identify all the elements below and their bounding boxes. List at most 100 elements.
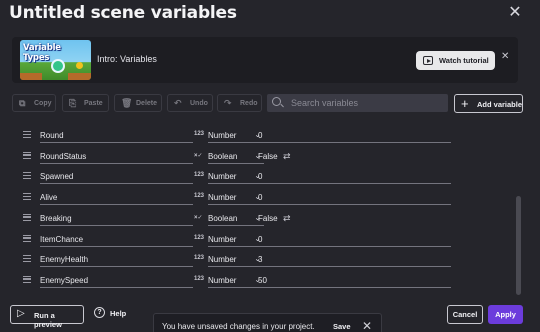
variable-name-field[interactable]: ItemChance bbox=[40, 231, 193, 247]
copy-button[interactable]: ⧉ Copy bbox=[12, 94, 56, 112]
undo-icon: ↶ bbox=[174, 98, 182, 108]
variable-row[interactable]: Round 123 Number ⌄ 0 bbox=[12, 125, 522, 145]
variable-value: 0 bbox=[258, 234, 263, 244]
undo-button[interactable]: ↶ Undo bbox=[167, 94, 213, 112]
variable-row[interactable]: Spawned 123 Number ⌄ 0 bbox=[12, 166, 522, 186]
clipboard-icon: ⎘ bbox=[69, 98, 77, 108]
copy-label: Copy bbox=[34, 100, 52, 107]
variable-type-select[interactable]: Number ⌄ bbox=[208, 231, 264, 247]
variable-type-select[interactable]: Number ⌄ bbox=[208, 127, 264, 143]
variable-value: 0 bbox=[258, 172, 263, 182]
variable-row[interactable]: Alive 123 Number ⌄ 0 bbox=[12, 187, 522, 207]
dialog-title: Untitled scene variables bbox=[9, 3, 237, 23]
drag-handle-icon[interactable] bbox=[23, 172, 31, 180]
redo-label: Redo bbox=[240, 100, 258, 107]
scrollbar-thumb[interactable] bbox=[516, 196, 521, 295]
run-preview-label: Run a preview bbox=[34, 311, 62, 329]
variable-value: 50 bbox=[258, 275, 267, 285]
number-type-icon: 123 bbox=[194, 193, 205, 200]
variable-type-label: Number bbox=[208, 234, 237, 244]
add-variable-button[interactable]: + Add variable bbox=[454, 94, 523, 113]
variable-value-field[interactable]: 0 bbox=[258, 231, 451, 247]
delete-button[interactable]: 🗑 Delete bbox=[114, 94, 162, 112]
variable-row[interactable]: EnemySpeed 123 Number ⌄ 50 bbox=[12, 270, 522, 290]
variable-type-select[interactable]: Number ⌄ bbox=[208, 272, 264, 288]
tutorial-banner: Variable Types Intro: Variables Watch tu… bbox=[12, 37, 518, 83]
watch-tutorial-button[interactable]: Watch tutorial bbox=[416, 51, 495, 70]
variable-name-field[interactable]: EnemySpeed bbox=[40, 272, 193, 288]
variable-name-field[interactable]: Breaking bbox=[40, 210, 193, 226]
drag-handle-icon[interactable] bbox=[23, 234, 31, 242]
search-input[interactable]: Search variables bbox=[267, 94, 448, 112]
cancel-button[interactable]: Cancel bbox=[447, 305, 483, 324]
drag-handle-icon[interactable] bbox=[23, 193, 31, 201]
boolean-type-icon: ×✓ bbox=[194, 152, 203, 159]
close-icon[interactable]: ✕ bbox=[505, 3, 525, 23]
variable-value-field[interactable]: 3 bbox=[258, 251, 451, 268]
variable-type-select[interactable]: Number ⌄ bbox=[208, 251, 264, 268]
variable-row[interactable]: ItemChance 123 Number ⌄ 0 bbox=[12, 229, 522, 249]
drag-handle-icon[interactable] bbox=[23, 151, 31, 159]
variable-type-select[interactable]: Number ⌄ bbox=[208, 189, 264, 206]
variable-value: 0 bbox=[258, 131, 263, 140]
drag-handle-icon[interactable] bbox=[23, 275, 31, 283]
variable-type-label: Boolean bbox=[208, 213, 238, 223]
drag-handle-icon[interactable] bbox=[23, 213, 31, 221]
number-type-icon: 123 bbox=[194, 234, 205, 241]
variable-row[interactable]: RoundStatus ×✓ Boolean ⌄ False ⇄ bbox=[12, 146, 522, 166]
variable-name-field[interactable]: Spawned bbox=[40, 168, 193, 185]
variable-name-field[interactable]: Alive bbox=[40, 189, 193, 206]
variable-type-label: Number bbox=[208, 131, 237, 140]
redo-button[interactable]: ↷ Redo bbox=[217, 94, 262, 112]
variables-list[interactable]: Round 123 Number ⌄ 0 RoundStatus ×✓ Boolean ⌄ Fal… bbox=[12, 117, 522, 293]
variable-type-select[interactable]: Boolean ⌄ bbox=[208, 210, 264, 226]
save-button[interactable]: Save bbox=[333, 322, 351, 331]
close-banner-icon[interactable]: ✕ bbox=[501, 51, 509, 62]
brick-graphic bbox=[20, 73, 42, 80]
close-toast-icon[interactable]: ✕ bbox=[362, 319, 372, 332]
number-type-icon: 123 bbox=[194, 131, 205, 137]
variable-value: False bbox=[258, 151, 278, 161]
copy-icon: ⧉ bbox=[19, 98, 26, 108]
number-type-icon: 123 bbox=[194, 275, 205, 282]
toolbar: ⧉ Copy ⎘ Paste 🗑 Delete ↶ Undo ↷ Redo Se… bbox=[0, 92, 540, 114]
variable-name-field[interactable]: EnemyHealth bbox=[40, 251, 193, 268]
undo-label: Undo bbox=[190, 100, 208, 107]
variable-value: False bbox=[258, 213, 278, 223]
variable-value-field[interactable]: 0 bbox=[258, 189, 451, 206]
variable-name-field[interactable]: RoundStatus bbox=[40, 148, 193, 164]
dialog-title-bar: Untitled scene variables ✕ bbox=[0, 0, 540, 30]
paste-button[interactable]: ⎘ Paste bbox=[62, 94, 109, 112]
variable-row[interactable]: EnemyHealth 123 Number ⌄ 3 bbox=[12, 249, 522, 269]
variable-row-partial bbox=[12, 117, 522, 119]
toggle-value-icon[interactable]: ⇄ bbox=[283, 213, 291, 224]
delete-label: Delete bbox=[136, 100, 158, 107]
variable-type-select[interactable]: Boolean ⌄ bbox=[208, 148, 264, 164]
variable-value-field[interactable]: 50 bbox=[258, 272, 451, 288]
coin-graphic bbox=[51, 59, 65, 73]
redo-icon: ↷ bbox=[224, 98, 232, 108]
drag-handle-icon[interactable] bbox=[23, 131, 31, 138]
variable-value: 0 bbox=[258, 193, 263, 203]
apply-button[interactable]: Apply bbox=[488, 305, 523, 324]
unsaved-message: You have unsaved changes in your project… bbox=[162, 322, 315, 331]
drag-handle-icon[interactable] bbox=[23, 255, 31, 263]
brick-graphic bbox=[68, 73, 91, 80]
watch-tutorial-label: Watch tutorial bbox=[439, 56, 489, 65]
variable-value-field[interactable]: 0 bbox=[258, 168, 451, 185]
add-variable-label: Add variable bbox=[477, 100, 523, 109]
variable-type-label: Number bbox=[208, 172, 237, 182]
tutorial-thumbnail[interactable]: Variable Types bbox=[20, 40, 91, 80]
run-preview-button[interactable]: ▷ Run a preview bbox=[10, 305, 84, 329]
variable-name-field[interactable]: Round bbox=[40, 127, 193, 143]
tutorial-label: Intro: Variables bbox=[97, 54, 157, 64]
toggle-value-icon[interactable]: ⇄ bbox=[283, 151, 291, 162]
play-icon: ▷ bbox=[17, 308, 25, 319]
variable-type-label: Number bbox=[208, 193, 237, 203]
variable-value: 3 bbox=[258, 255, 263, 265]
number-type-icon: 123 bbox=[194, 172, 205, 179]
variable-value-field[interactable]: 0 bbox=[258, 127, 451, 143]
variable-row[interactable]: Breaking ×✓ Boolean ⌄ False ⇄ bbox=[12, 208, 522, 228]
variable-type-label: Number bbox=[208, 255, 237, 265]
variable-type-select[interactable]: Number ⌄ bbox=[208, 168, 264, 185]
